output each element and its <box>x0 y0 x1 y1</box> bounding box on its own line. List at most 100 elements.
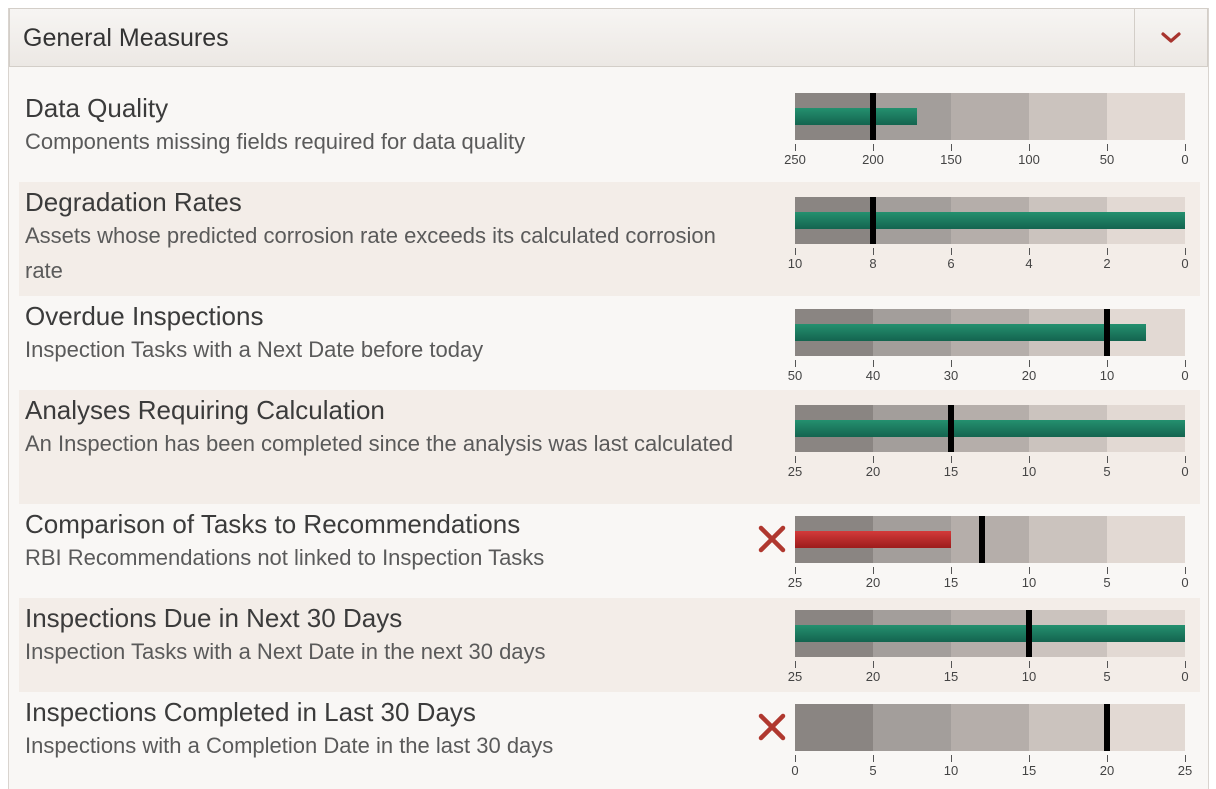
measure-title[interactable]: Inspections Due in Next 30 Days <box>25 602 745 634</box>
axis-tick-label: 50 <box>1099 152 1115 167</box>
target-marker <box>1104 309 1110 356</box>
axis-tick <box>795 360 796 367</box>
fail-x-icon <box>758 525 786 553</box>
target-marker <box>870 197 876 244</box>
axis-tick <box>1107 755 1108 762</box>
measure-description: Inspection Tasks with a Next Date in the… <box>25 639 546 664</box>
panel-header: General Measures <box>9 8 1208 67</box>
bullet-gauge[interactable]: 25 20 15 10 5 0 <box>788 405 1189 485</box>
measure-description: Assets whose predicted corrosion rate ex… <box>25 223 716 283</box>
axis-tick <box>1185 456 1186 463</box>
target-marker <box>1026 610 1032 657</box>
gauge-range-band <box>1107 704 1185 751</box>
axis-tick <box>1029 144 1030 151</box>
axis-tick-label: 20 <box>865 464 881 479</box>
axis-tick-label: 15 <box>943 575 959 590</box>
measure-row[interactable]: Degradation Rates Assets whose predicted … <box>19 182 1200 296</box>
axis-tick-label: 200 <box>862 152 884 167</box>
axis-tick-label: 20 <box>865 575 881 590</box>
actual-value-bar <box>795 531 951 548</box>
measure-title[interactable]: Data Quality <box>25 92 745 124</box>
axis-tick-label: 0 <box>1181 669 1189 684</box>
axis-tick-label: 10 <box>1021 575 1037 590</box>
axis-tick-label: 20 <box>865 669 881 684</box>
target-marker <box>1104 704 1110 751</box>
measure-title[interactable]: Comparison of Tasks to Recommendations <box>25 508 745 540</box>
axis-tick <box>1029 755 1030 762</box>
gauge-range-band <box>1107 93 1185 140</box>
gauge-range-band <box>951 516 1029 563</box>
measure-text: Inspections Completed in Last 30 Days Ins… <box>25 696 745 763</box>
measure-row[interactable]: Comparison of Tasks to Recommendations RB… <box>19 504 1200 598</box>
axis-tick-label: 10 <box>943 763 959 778</box>
bullet-gauge[interactable]: 250 200 150 100 50 0 <box>784 93 1189 173</box>
axis-tick-label: 0 <box>1181 256 1189 271</box>
axis-tick-label: 0 <box>791 763 799 778</box>
axis-tick <box>873 456 874 463</box>
axis-tick <box>1107 567 1108 574</box>
measure-row[interactable]: Data Quality Components missing fields re… <box>19 88 1200 182</box>
measure-title[interactable]: Analyses Requiring Calculation <box>25 394 745 426</box>
axis-tick-label: 25 <box>787 464 803 479</box>
measure-text: Data Quality Components missing fields re… <box>25 92 745 159</box>
measure-row[interactable]: Inspections Completed in Last 30 Days Ins… <box>19 692 1200 786</box>
measure-title[interactable]: Degradation Rates <box>25 186 745 218</box>
measure-title[interactable]: Overdue Inspections <box>25 300 745 332</box>
axis-tick <box>873 144 874 151</box>
measure-description: Components missing fields required for d… <box>25 129 526 154</box>
measure-row[interactable]: Overdue Inspections Inspection Tasks with… <box>19 296 1200 390</box>
chevron-down-icon <box>1161 31 1181 43</box>
bullet-gauge[interactable]: 0 5 10 15 20 25 <box>791 704 1192 784</box>
gauge-range-band <box>951 93 1029 140</box>
axis-tick <box>795 661 796 668</box>
axis-tick <box>1185 360 1186 367</box>
axis-tick-label: 2 <box>1103 256 1111 271</box>
axis-tick-label: 20 <box>1021 368 1037 383</box>
axis-tick-label: 100 <box>1018 152 1040 167</box>
panel-title: General Measures <box>23 24 229 52</box>
bullet-gauge[interactable]: 25 20 15 10 5 0 <box>788 610 1189 690</box>
axis-tick <box>1185 661 1186 668</box>
axis-tick-label: 20 <box>1099 763 1115 778</box>
axis-tick <box>1107 661 1108 668</box>
gauge-range-band <box>951 704 1029 751</box>
bullet-gauge[interactable]: 50 40 30 20 10 0 <box>788 309 1189 389</box>
axis-tick-label: 5 <box>869 763 877 778</box>
axis-tick-label: 5 <box>1103 464 1111 479</box>
gauge-range-band <box>1029 93 1107 140</box>
measure-description: RBI Recommendations not linked to Inspec… <box>25 545 545 570</box>
gauge-range-band <box>1029 704 1107 751</box>
measure-text: Degradation Rates Assets whose predicted … <box>25 186 745 288</box>
measure-text: Analyses Requiring Calculation An Inspect… <box>25 394 745 461</box>
axis-tick-label: 10 <box>1021 669 1037 684</box>
measure-description: An Inspection has been completed since t… <box>25 431 734 456</box>
axis-tick <box>1029 360 1030 367</box>
measure-description: Inspections with a Completion Date in th… <box>25 733 554 758</box>
measure-row[interactable]: Inspections Due in Next 30 Days Inspectio… <box>19 598 1200 692</box>
axis-tick-label: 15 <box>943 669 959 684</box>
bullet-gauge[interactable]: 10 8 6 4 2 0 <box>788 197 1189 277</box>
axis-tick <box>795 248 796 255</box>
axis-tick-label: 25 <box>787 575 803 590</box>
axis-tick <box>1107 248 1108 255</box>
actual-value-bar <box>795 108 917 125</box>
axis-tick <box>951 360 952 367</box>
actual-value-bar <box>795 212 1185 229</box>
axis-tick-label: 25 <box>787 669 803 684</box>
axis-tick-label: 0 <box>1181 575 1189 590</box>
actual-value-bar <box>795 625 1185 642</box>
axis-tick-label: 15 <box>943 464 959 479</box>
axis-tick-label: 30 <box>943 368 959 383</box>
target-marker <box>870 93 876 140</box>
axis-tick-label: 0 <box>1181 368 1189 383</box>
measure-description: Inspection Tasks with a Next Date before… <box>25 337 484 362</box>
axis-tick-label: 250 <box>784 152 806 167</box>
axis-tick <box>873 661 874 668</box>
measure-title[interactable]: Inspections Completed in Last 30 Days <box>25 696 745 728</box>
collapse-button[interactable] <box>1134 9 1207 66</box>
axis-tick-label: 10 <box>787 256 803 271</box>
axis-tick-label: 150 <box>940 152 962 167</box>
measure-row[interactable]: Analyses Requiring Calculation An Inspect… <box>19 390 1200 504</box>
bullet-gauge[interactable]: 25 20 15 10 5 0 <box>788 516 1189 596</box>
axis-tick <box>873 360 874 367</box>
